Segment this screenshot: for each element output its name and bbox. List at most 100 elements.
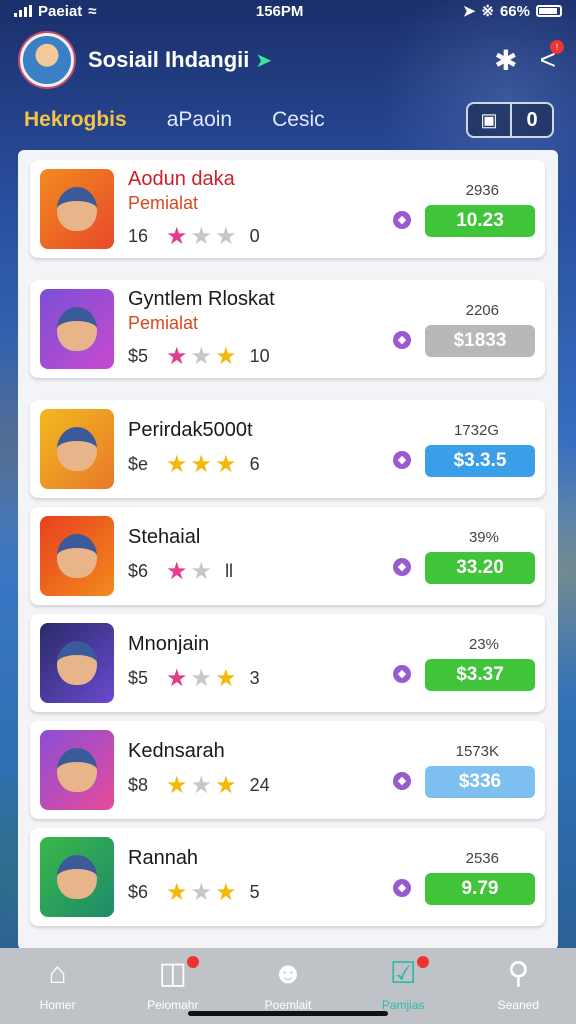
item-thumbnail bbox=[40, 623, 114, 703]
item-subtitle: Pemialat bbox=[128, 312, 199, 333]
rating-stars: ★★★ bbox=[166, 450, 240, 479]
nav-bag[interactable]: ◫ Peiomahr bbox=[123, 956, 223, 1012]
tab-bar: Hekrogbis aPaoin Cesic ▣ 0 bbox=[24, 98, 554, 142]
star-icon: ★ bbox=[166, 342, 191, 370]
profile-header: Sosiail Ihdangii ➤ ✱ <! bbox=[20, 30, 564, 90]
nav-clipboard[interactable]: ☑ Pamjias bbox=[353, 956, 453, 1012]
star-icon: ★ bbox=[215, 342, 240, 370]
star-icon: ★ bbox=[215, 665, 240, 692]
item-thumbnail bbox=[40, 837, 114, 917]
item-thumbnail bbox=[40, 289, 114, 369]
list-item[interactable]: Gyntlem Rloskat Pemialat $5 ★★★ 10 2206 $1833 ◆ bbox=[30, 280, 545, 378]
rating-stars: ★★ bbox=[166, 557, 215, 586]
item-title: Perirdak5000t bbox=[128, 419, 253, 441]
item-stat: 1573K bbox=[455, 742, 499, 760]
signal-icon bbox=[14, 5, 32, 17]
rating-stars: ★★★ bbox=[166, 222, 240, 251]
item-title: Gyntlem Rloskat bbox=[128, 287, 275, 310]
list-item[interactable]: Perirdak5000t $e ★★★ 6 1732G $3.3.5 ◆ bbox=[30, 400, 545, 498]
list-item[interactable]: Mnonjain $5 ★★★ 3 23% $3.37 ◆ bbox=[30, 614, 545, 712]
gem-icon: ◆ bbox=[393, 210, 411, 229]
item-stat: 1732G bbox=[453, 421, 499, 439]
list-item[interactable]: Stehaial $6 ★★ ll 39% 33.20 ◆ bbox=[30, 507, 545, 605]
star-icon: ★ bbox=[166, 772, 191, 799]
settings-icon[interactable]: ✱ bbox=[494, 44, 517, 77]
list-item[interactable]: Rannah $6 ★★★ 5 2536 9.79 ◆ bbox=[30, 828, 545, 926]
review-count: 6 bbox=[249, 454, 260, 474]
wifi-icon: ≈ bbox=[88, 2, 97, 20]
character-portrait bbox=[57, 855, 97, 899]
star-icon: ★ bbox=[166, 451, 191, 478]
star-icon: ★ bbox=[215, 451, 240, 478]
star-icon: ★ bbox=[166, 879, 191, 906]
review-count: ll bbox=[225, 561, 234, 581]
price-button[interactable]: $3.37 bbox=[425, 658, 535, 691]
price-button[interactable]: 33.20 bbox=[425, 551, 535, 584]
rating-stars: ★★★ bbox=[166, 771, 240, 800]
nav-label: Poemlait bbox=[264, 998, 312, 1012]
nav-label: Pamjias bbox=[381, 998, 425, 1012]
character-portrait bbox=[57, 534, 97, 578]
star-icon: ★ bbox=[215, 222, 240, 250]
item-thumbnail bbox=[40, 169, 114, 249]
list-item[interactable]: Kednsarah $8 ★★★ 24 1573K $336 ◆ bbox=[30, 721, 545, 819]
share-icon[interactable]: <! bbox=[540, 40, 564, 76]
star-icon: ★ bbox=[190, 772, 216, 799]
star-icon: ★ bbox=[215, 772, 240, 799]
item-count: $e bbox=[128, 454, 149, 474]
status-time: 156PM bbox=[255, 2, 304, 20]
price-button[interactable]: 9.79 bbox=[425, 872, 535, 905]
review-count: 0 bbox=[249, 225, 260, 246]
home-indicator bbox=[188, 1011, 388, 1016]
rating-stars: ★★★ bbox=[166, 878, 240, 907]
bag-icon: ◫ bbox=[158, 957, 187, 990]
list-item[interactable]: Aodun daka Pemialat 16 ★★★ 0 2936 10.23 ◆ bbox=[30, 160, 545, 258]
star-icon: ★ bbox=[166, 665, 191, 692]
star-icon: ★ bbox=[190, 558, 216, 585]
item-count: $6 bbox=[128, 561, 149, 581]
rating-stars: ★★★ bbox=[166, 664, 240, 693]
item-stat: 2206 bbox=[465, 301, 499, 319]
price-button[interactable]: $336 bbox=[425, 765, 535, 798]
review-count: 10 bbox=[249, 345, 270, 366]
nav-profile[interactable]: ☻ Poemlait bbox=[238, 956, 338, 1012]
item-title: Rannah bbox=[128, 847, 199, 869]
nav-home[interactable]: ⌂ Homer bbox=[8, 956, 108, 1012]
price-button[interactable]: 10.23 bbox=[425, 204, 535, 237]
clipboard-icon: ☑ bbox=[389, 957, 417, 990]
status-bar: Paeiat ≈ 156PM ➤ ※ 66% bbox=[0, 0, 576, 22]
nav-label: Homer bbox=[39, 998, 76, 1012]
avatar[interactable] bbox=[20, 33, 74, 87]
character-portrait bbox=[57, 427, 97, 471]
search-icon: ⚲ bbox=[507, 957, 530, 990]
price-button[interactable]: $1833 bbox=[425, 324, 535, 357]
item-stat: 39% bbox=[468, 528, 499, 546]
item-stat: 2936 bbox=[465, 181, 499, 199]
item-count: $5 bbox=[128, 668, 149, 688]
character-portrait bbox=[57, 307, 97, 351]
star-icon: ★ bbox=[166, 558, 191, 585]
star-icon: ★ bbox=[190, 451, 216, 478]
nav-search[interactable]: ⚲ Seaned bbox=[468, 956, 568, 1012]
verified-icon: ➤ bbox=[255, 49, 273, 72]
item-thumbnail bbox=[40, 516, 114, 596]
tab-cesic[interactable]: Cesic bbox=[272, 108, 325, 132]
coin-count: 0 bbox=[526, 108, 538, 131]
coin-counter[interactable]: ▣ 0 bbox=[466, 102, 554, 138]
battery-percent: 66% bbox=[499, 2, 530, 20]
star-icon: ★ bbox=[190, 665, 216, 692]
character-portrait bbox=[57, 748, 97, 792]
gem-icon: ◆ bbox=[393, 557, 411, 576]
notification-badge bbox=[186, 956, 199, 968]
notification-badge: ! bbox=[550, 40, 564, 54]
star-icon: ★ bbox=[166, 222, 191, 250]
profile-name: Sosiail Ihdangii bbox=[88, 47, 250, 72]
item-title: Aodun daka bbox=[128, 167, 235, 190]
star-icon: ★ bbox=[215, 879, 240, 906]
battery-icon bbox=[536, 5, 562, 17]
tab-hekrogbis[interactable]: Hekrogbis bbox=[24, 108, 127, 132]
price-button[interactable]: $3.3.5 bbox=[425, 444, 535, 477]
review-count: 24 bbox=[249, 775, 270, 795]
tab-apaoin[interactable]: aPaoin bbox=[167, 108, 232, 132]
review-count: 5 bbox=[249, 882, 260, 902]
